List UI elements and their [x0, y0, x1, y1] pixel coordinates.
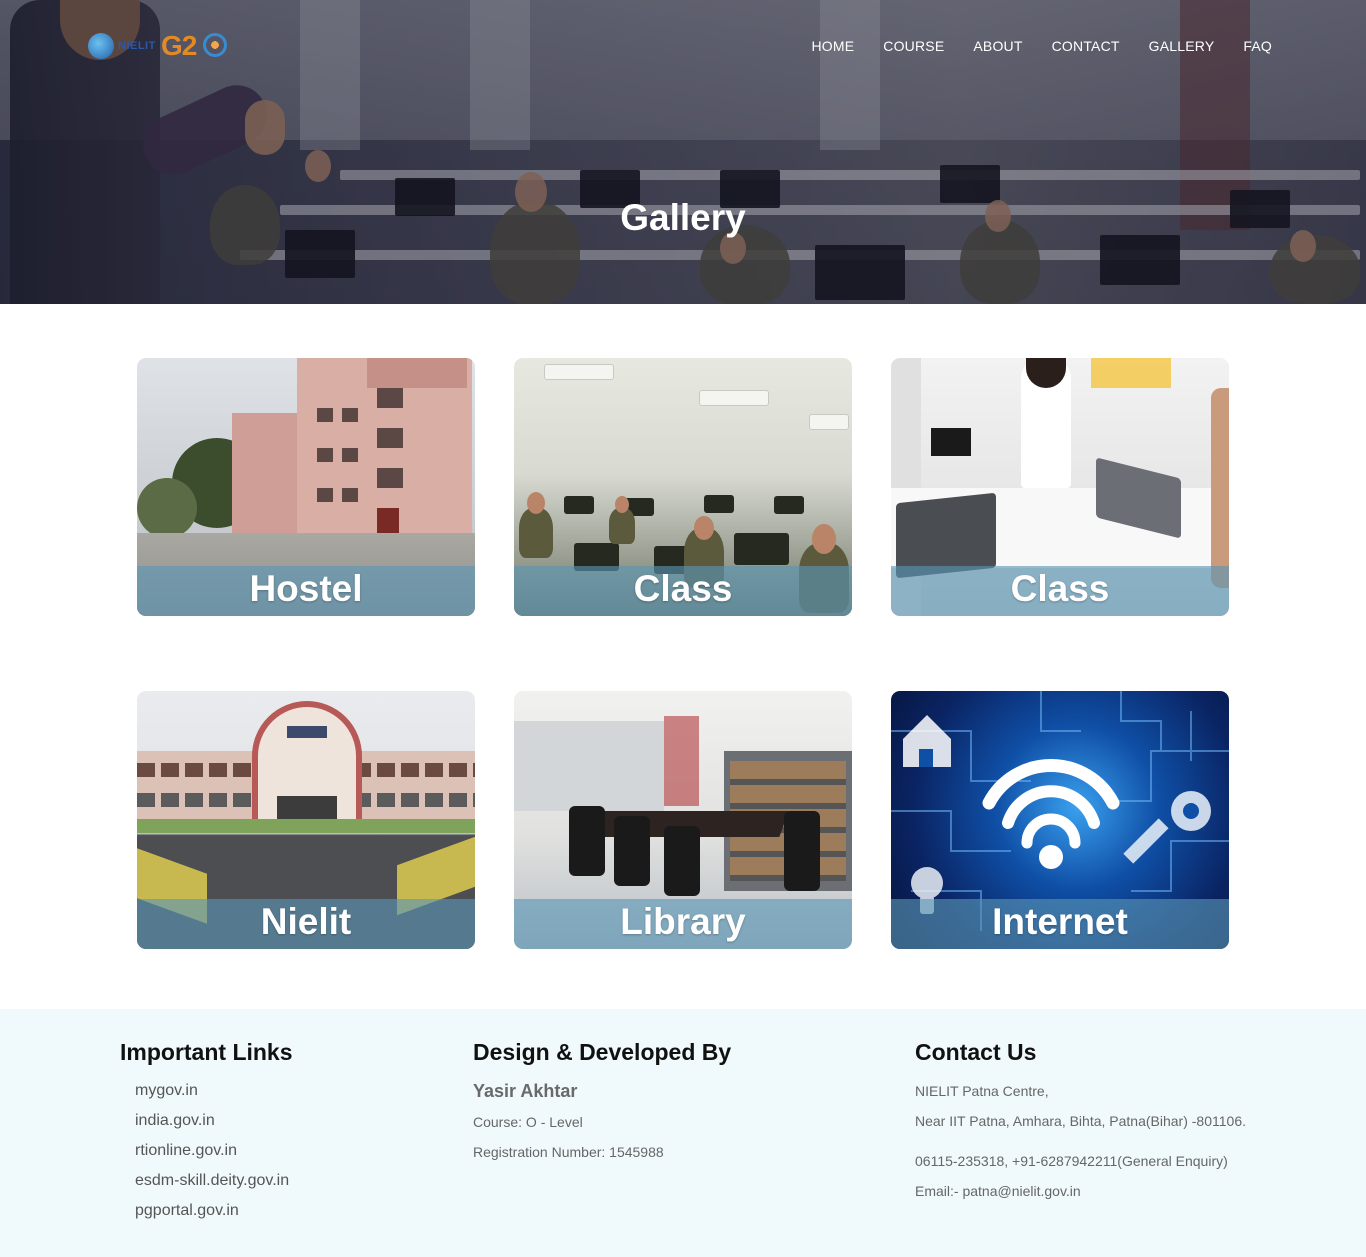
site-logo[interactable]: NIELIT G2 [86, 28, 231, 68]
nav-course[interactable]: COURSE [883, 38, 944, 54]
desk-monitor [931, 428, 971, 456]
window [317, 408, 333, 422]
window [342, 408, 358, 422]
gallery-card-nielit[interactable]: Nielit [137, 691, 475, 949]
air-conditioner [809, 414, 849, 430]
logo-event-text: G2 [161, 30, 197, 61]
window [377, 468, 403, 488]
footer-link-pgportal[interactable]: pgportal.gov.in [135, 1200, 293, 1230]
person-edge [1211, 388, 1229, 588]
wifi-icon [982, 759, 1120, 849]
nav-home[interactable]: HOME [811, 38, 854, 54]
developer-course: Course: O - Level [473, 1114, 583, 1130]
nav-about[interactable]: ABOUT [973, 38, 1022, 54]
window-frame [664, 716, 699, 806]
nav-faq[interactable]: FAQ [1243, 38, 1272, 54]
gallery-card-hostel[interactable]: Hostel [137, 358, 475, 616]
nav-gallery[interactable]: GALLERY [1149, 38, 1215, 54]
chair [614, 816, 650, 886]
developer-registration: Registration Number: 1545988 [473, 1144, 664, 1160]
window [317, 488, 333, 502]
sticky-notes [1091, 358, 1171, 388]
gallery-card-internet[interactable]: Internet [891, 691, 1229, 949]
cadet-face [527, 492, 545, 514]
footer-links-column: Important Links mygov.in india.gov.in rt… [120, 1039, 293, 1230]
window [377, 388, 403, 408]
blinds [514, 721, 664, 811]
monitor [704, 495, 734, 513]
window [342, 448, 358, 462]
footer-contact-column: Contact Us NIELIT Patna Centre, Near IIT… [915, 1039, 1246, 1210]
footer-links-heading: Important Links [120, 1039, 293, 1065]
cadet-face [812, 524, 836, 554]
g20-lotus-icon [203, 33, 227, 57]
hero-banner: NIELIT G2 HOME COURSE ABOUT CONTACT GALL… [0, 0, 1366, 304]
air-conditioner [544, 364, 614, 380]
footer-link-rtionline[interactable]: rtionline.gov.in [135, 1140, 293, 1170]
gallery-card-class-office[interactable]: Class [891, 358, 1229, 616]
window [317, 448, 333, 462]
cadet-face [615, 496, 629, 513]
nielit-sign [287, 726, 327, 738]
chair [569, 806, 605, 876]
tree [137, 478, 197, 538]
hedge [137, 819, 475, 833]
gallery-card-label: Internet [992, 901, 1128, 942]
cadet [609, 508, 635, 544]
important-links-list: mygov.in india.gov.in rtionline.gov.in e… [120, 1080, 293, 1230]
contact-address: Near IIT Patna, Amhara, Bihta, Patna(Bih… [915, 1113, 1246, 1129]
air-conditioner [699, 390, 769, 406]
developer-name: Yasir Akhtar [473, 1081, 578, 1101]
gallery-card-label: Class [633, 568, 733, 609]
monitor [774, 496, 804, 514]
gallery-card-library[interactable]: Library [514, 691, 852, 949]
nav-contact[interactable]: CONTACT [1052, 38, 1120, 54]
chair [664, 826, 700, 896]
footer-developer-column: Design & Developed By Yasir Akhtar Cours… [473, 1039, 731, 1171]
footer-link-india[interactable]: india.gov.in [135, 1110, 293, 1140]
nielit-globe-icon [88, 33, 114, 59]
contact-email[interactable]: Email:- patna@nielit.gov.in [915, 1180, 1246, 1210]
footer: Important Links mygov.in india.gov.in rt… [0, 1009, 1366, 1257]
cadet [519, 508, 553, 558]
window [342, 488, 358, 502]
contact-phone: 06115-235318, +91-6287942211(General Enq… [915, 1153, 1228, 1169]
gallery-card-label: Library [620, 901, 746, 942]
main-nav: HOME COURSE ABOUT CONTACT GALLERY FAQ [782, 38, 1272, 54]
gallery-card-class[interactable]: Class [514, 358, 852, 616]
window [377, 428, 403, 448]
gallery-card-label: Hostel [249, 568, 363, 609]
chair [784, 811, 820, 891]
monitor [564, 496, 594, 514]
contact-line1: NIELIT Patna Centre, [915, 1083, 1049, 1099]
building-roof [367, 358, 467, 388]
footer-link-mygov[interactable]: mygov.in [135, 1080, 293, 1110]
gallery-card-label: Nielit [260, 901, 352, 942]
monitor [734, 533, 789, 565]
logo-org-text: NIELIT [118, 40, 156, 52]
footer-link-esdm[interactable]: esdm-skill.deity.gov.in [135, 1170, 293, 1200]
gallery-card-label: Class [1010, 568, 1110, 609]
page-title: Gallery [620, 197, 746, 238]
footer-contact-heading: Contact Us [915, 1039, 1037, 1065]
footer-developer-heading: Design & Developed By [473, 1039, 732, 1065]
cadet-face [694, 516, 714, 540]
